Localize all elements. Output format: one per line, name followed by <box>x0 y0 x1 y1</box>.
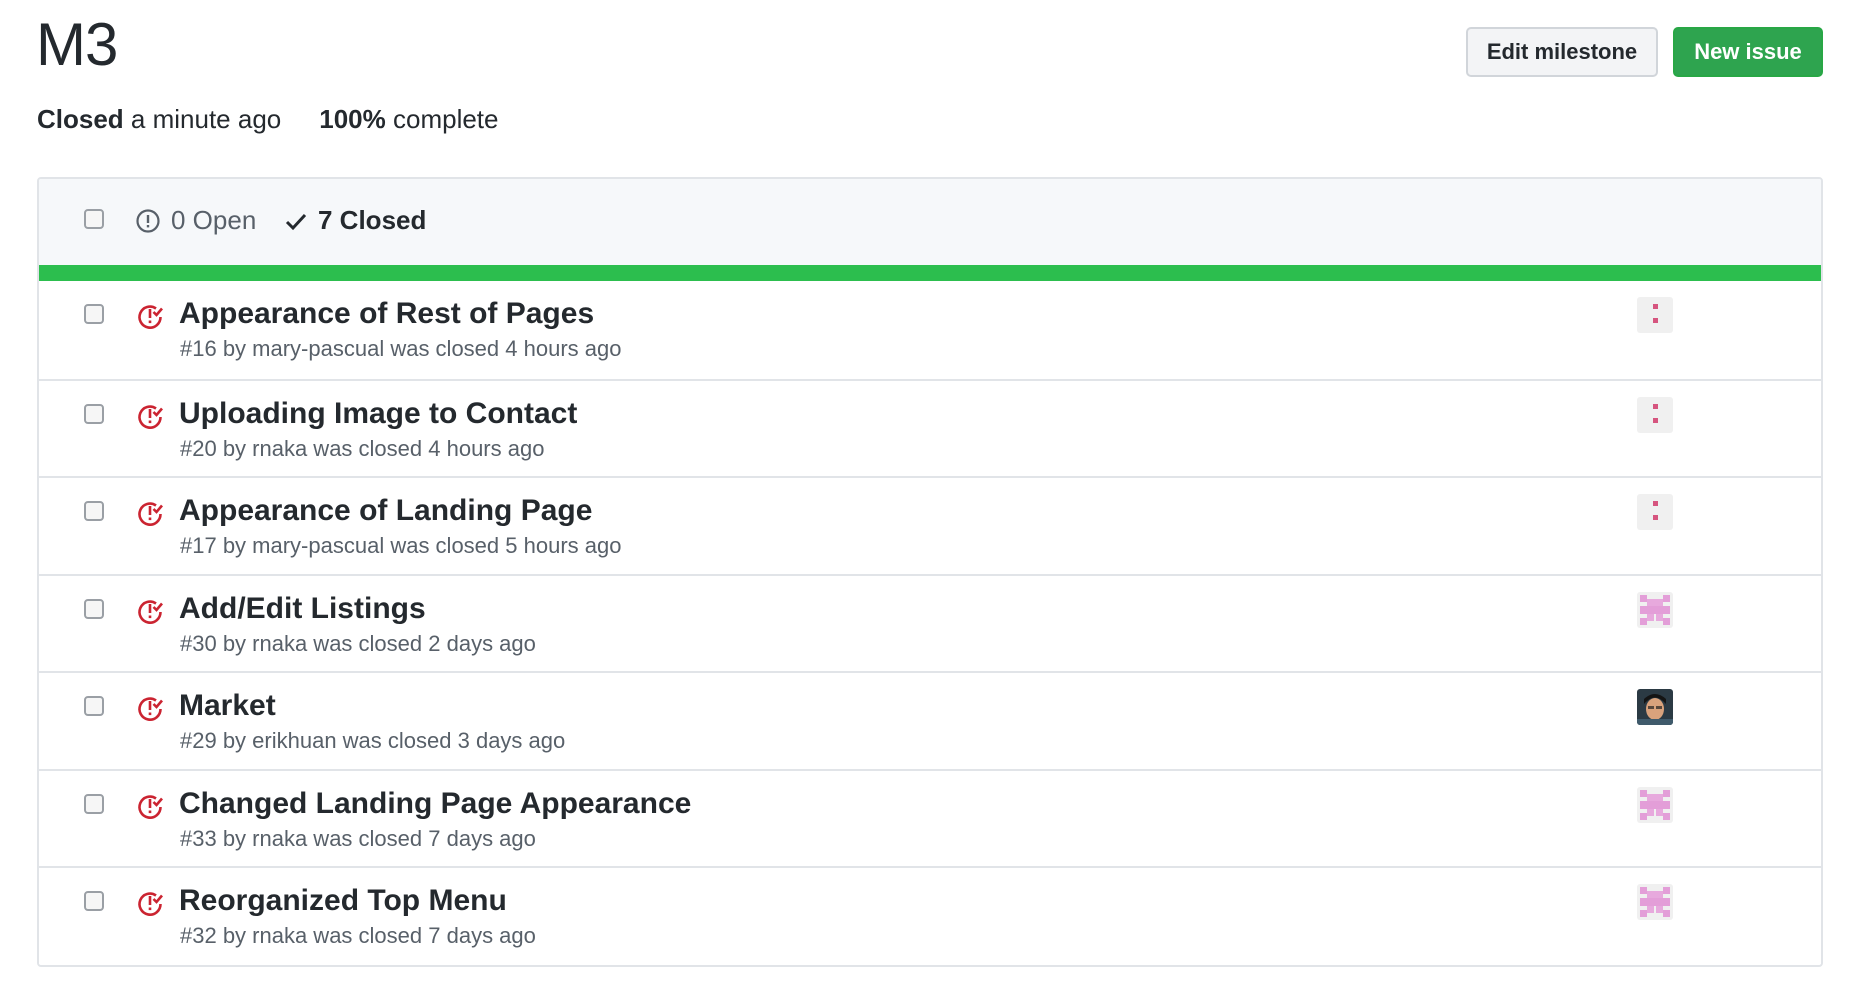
issue-title-link[interactable]: Add/Edit Listings <box>179 592 426 626</box>
issue-meta: #32 by rnaka was closed 7 days ago <box>180 923 536 948</box>
status-label: Closed <box>37 104 124 134</box>
issues-box: 0 Open 7 Closed Appearance of Rest of Pa… <box>37 177 1823 967</box>
assignee-avatar[interactable] <box>1637 494 1673 530</box>
issue-meta: #30 by rnaka was closed 2 days ago <box>180 630 536 656</box>
assignee-avatar[interactable] <box>1637 396 1673 433</box>
assignee-avatar[interactable] <box>1637 297 1673 333</box>
issue-row[interactable]: Add/Edit Listings #30 by rnaka was closed… <box>39 573 1821 671</box>
issue-row[interactable]: Changed Landing Page Appearance #33 by rn… <box>39 768 1821 866</box>
issue-row[interactable]: Reorganized Top Menu #32 by rnaka was clo… <box>39 866 1821 964</box>
issue-closed-icon <box>135 693 165 723</box>
issue-opened-icon <box>136 208 160 233</box>
closed-filter-link[interactable]: 7 Closed <box>284 205 426 236</box>
check-icon <box>285 213 307 230</box>
issue-meta: #29 by erikhuan was closed 3 days ago <box>180 728 566 753</box>
issue-row[interactable]: Uploading Image to Contact #20 by rnaka w… <box>39 378 1821 476</box>
issue-meta: #16 by mary-pascual was closed 4 hours a… <box>180 336 622 361</box>
issue-meta: #33 by rnaka was closed 7 days ago <box>180 825 536 851</box>
issue-row[interactable]: Market #29 by erikhuan was closed 3 days … <box>39 671 1821 769</box>
issue-title-link[interactable]: Changed Landing Page Appearance <box>179 787 691 821</box>
issue-title-link[interactable]: Appearance of Rest of Pages <box>179 297 594 331</box>
milestone-status: Closed a minute ago <box>37 104 281 135</box>
issue-closed-icon <box>135 888 165 918</box>
issue-title-link[interactable]: Market <box>179 689 276 723</box>
issue-checkbox[interactable] <box>84 304 104 324</box>
issue-closed-icon <box>135 596 165 626</box>
issue-closed-icon <box>135 498 165 528</box>
milestone-meta: Closed a minute ago 100% complete <box>37 104 498 135</box>
issue-row[interactable]: Appearance of Landing Page #17 by mary-pa… <box>39 476 1821 574</box>
issue-title-link[interactable]: Reorganized Top Menu <box>179 884 507 918</box>
issue-closed-icon <box>135 301 165 331</box>
issue-checkbox[interactable] <box>84 598 104 619</box>
issue-checkbox[interactable] <box>84 891 104 911</box>
milestone-page: M3 Closed a minute ago 100% complete Edi… <box>0 0 1858 990</box>
edit-milestone-button[interactable]: Edit milestone <box>1466 27 1658 77</box>
issue-title-link[interactable]: Uploading Image to Contact <box>179 397 577 431</box>
new-issue-button[interactable]: New issue <box>1673 27 1823 77</box>
issue-checkbox[interactable] <box>84 696 104 716</box>
open-count-label: 0 Open <box>171 205 257 235</box>
issue-list: Appearance of Rest of Pages #16 by mary-p… <box>39 281 1821 964</box>
assignee-avatar[interactable] <box>1637 884 1673 920</box>
assignee-avatar[interactable] <box>1637 591 1673 628</box>
assignee-avatar[interactable] <box>1637 786 1673 823</box>
issue-closed-icon <box>135 791 165 821</box>
issue-title-link[interactable]: Appearance of Landing Page <box>179 494 592 528</box>
issues-header: 0 Open 7 Closed <box>39 179 1821 265</box>
progress-suffix: complete <box>392 104 499 134</box>
milestone-progress-text: 100% complete <box>319 104 498 135</box>
milestone-title: M3 <box>36 11 118 78</box>
issue-checkbox[interactable] <box>84 793 104 814</box>
select-all-checkbox[interactable] <box>84 209 104 229</box>
issue-row[interactable]: Appearance of Rest of Pages #16 by mary-p… <box>39 281 1821 379</box>
milestone-progress-bar <box>39 265 1821 281</box>
issue-checkbox[interactable] <box>84 501 104 521</box>
issue-closed-icon <box>135 401 165 431</box>
assignee-avatar[interactable] <box>1637 689 1673 725</box>
progress-percent: 100% <box>319 104 386 134</box>
open-filter-link[interactable]: 0 Open <box>135 205 256 236</box>
issue-meta: #17 by mary-pascual was closed 5 hours a… <box>180 533 622 558</box>
closed-count-label: 7 Closed <box>318 205 427 235</box>
issue-meta: #20 by rnaka was closed 4 hours ago <box>180 435 545 461</box>
status-time: a minute ago <box>130 104 282 134</box>
issue-checkbox[interactable] <box>84 403 104 424</box>
